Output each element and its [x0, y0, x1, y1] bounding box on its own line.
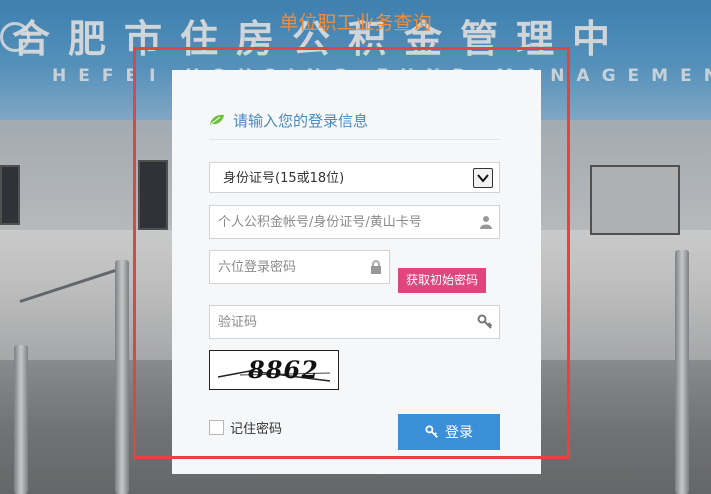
highlight-frame — [133, 47, 570, 459]
page-title: 单位职工业务查询 — [279, 12, 432, 34]
